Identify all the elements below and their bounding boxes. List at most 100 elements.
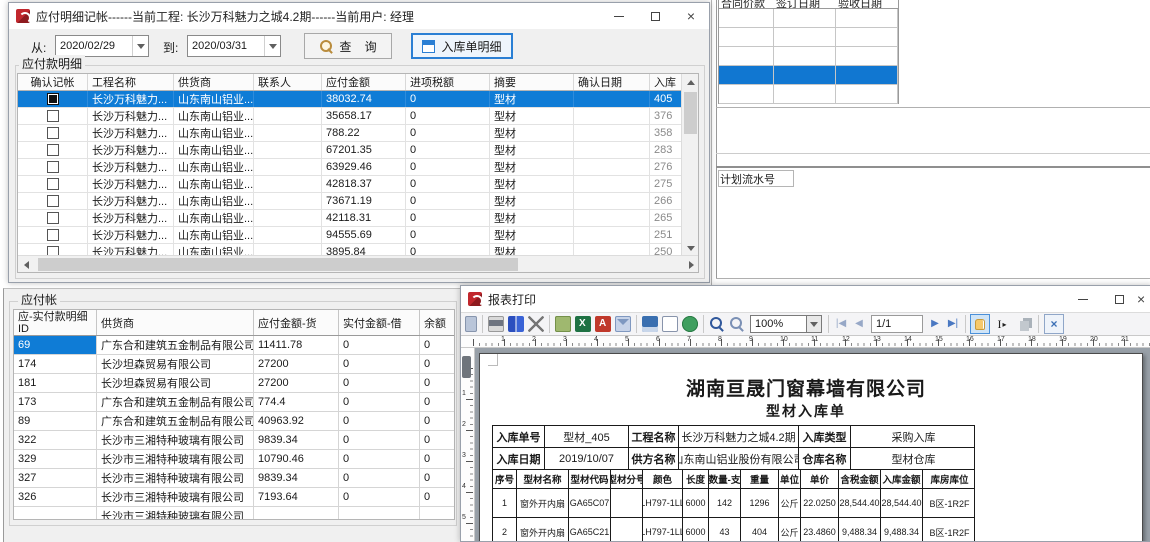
table-row[interactable]: 长沙万科魅力...山东南山铝业...73671.190型材266 [18, 193, 698, 210]
column-header[interactable]: 应-实付款明细ID [14, 310, 97, 335]
export-report-icon[interactable] [555, 316, 571, 332]
maximize-button[interactable] [1101, 286, 1137, 312]
close-button[interactable]: × [673, 3, 709, 29]
confirm-checkbox[interactable] [47, 127, 59, 139]
prev-page-button[interactable]: ◀ [850, 315, 868, 333]
page-number-input[interactable]: 1/1 [871, 315, 923, 333]
table-row[interactable]: 329长沙市三湘特种玻璃有限公司10790.4600 [14, 450, 454, 469]
table-row[interactable]: 长沙万科魅力...山东南山铝业...788.220型材358 [18, 125, 698, 142]
table-row[interactable]: 326长沙市三湘特种玻璃有限公司7193.6400 [14, 488, 454, 507]
text-select-tool-button[interactable]: I▸ [992, 314, 1012, 334]
open-report-icon[interactable] [662, 316, 678, 332]
chevron-down-icon[interactable] [264, 36, 280, 56]
confirm-checkbox[interactable] [47, 144, 59, 156]
table-row[interactable]: 173广东合和建筑五金制品有限公司774.400 [14, 393, 454, 412]
chevron-down-icon[interactable] [132, 36, 148, 56]
ruler-ticks [465, 368, 473, 541]
next-page-button[interactable]: ▶ [926, 315, 944, 333]
zoom-out-icon[interactable] [729, 316, 745, 332]
table-row[interactable] [719, 9, 898, 28]
report-print-title: 报表打印 [488, 291, 536, 308]
table-row[interactable]: 长沙万科魅力...山东南山铝业...42818.370型材275 [18, 176, 698, 193]
hand-tool-button[interactable] [970, 314, 990, 334]
confirm-checkbox[interactable] [47, 110, 59, 122]
table-row[interactable]: 69广东合和建筑五金制品有限公司11411.7800 [14, 336, 454, 355]
table-row[interactable]: 长沙市三湘特种玻璃有限公司 [14, 507, 454, 520]
inbound-detail-button[interactable]: 入库单明细 [411, 33, 513, 59]
table-row[interactable] [719, 28, 898, 47]
column-header[interactable]: 供货商 [174, 74, 254, 90]
column-header[interactable]: 摘要 [490, 74, 574, 90]
payable-detail-titlebar[interactable]: 应付明细记帐------当前工程: 长沙万科魅力之城4.2期------当前用户… [9, 3, 709, 29]
column-header[interactable]: 合同价款 [719, 0, 774, 8]
maximize-button[interactable] [637, 3, 673, 29]
column-header[interactable]: 余额 [420, 310, 455, 335]
zoom-level-select[interactable]: 100% [750, 315, 822, 333]
vertical-ruler-thumb[interactable] [462, 356, 471, 378]
query-button[interactable]: 查 询 [304, 33, 392, 59]
plan-serial-field[interactable]: 计划流水号 [718, 170, 794, 187]
horizontal-scrollbar[interactable] [18, 255, 699, 272]
confirm-checkbox[interactable] [47, 229, 59, 241]
vertical-scrollbar-thumb[interactable] [684, 92, 697, 134]
copy-content-button[interactable] [1014, 314, 1034, 334]
column-header[interactable]: 确认记帐 [18, 74, 88, 90]
printer-properties-icon[interactable] [528, 316, 544, 332]
table-row[interactable]: 长沙万科魅力...山东南山铝业...35658.170型材376 [18, 108, 698, 125]
zoom-in-icon[interactable] [709, 316, 725, 332]
table-row[interactable]: 长沙万科魅力...山东南山铝业...94555.690型材251 [18, 227, 698, 244]
table-row[interactable]: 327长沙市三湘特种玻璃有限公司9839.3400 [14, 469, 454, 488]
table-row[interactable]: 长沙万科魅力...山东南山铝业...63929.460型材276 [18, 159, 698, 176]
column-header[interactable]: 验收日期 [836, 0, 898, 8]
scroll-up-arrow[interactable] [682, 74, 699, 91]
vertical-scrollbar[interactable] [681, 74, 698, 257]
to-date-picker[interactable]: 2020/03/31 [187, 35, 281, 57]
export-pdf-icon[interactable] [595, 316, 611, 332]
confirm-checkbox[interactable] [47, 195, 59, 207]
confirm-checkbox[interactable] [47, 212, 59, 224]
column-header[interactable]: 应付金额-货 [254, 310, 339, 335]
page-setup-icon[interactable] [508, 316, 524, 332]
report-design-icon[interactable] [465, 316, 477, 332]
column-header[interactable]: 工程名称 [88, 74, 174, 90]
close-preview-button[interactable]: × [1044, 314, 1064, 334]
confirm-checkbox[interactable] [47, 178, 59, 190]
table-row[interactable]: 长沙万科魅力...山东南山铝业...67201.350型材283 [18, 142, 698, 159]
confirm-checkbox[interactable] [47, 93, 59, 105]
print-icon[interactable] [488, 316, 504, 332]
table-row[interactable] [719, 47, 898, 66]
column-header[interactable]: 联系人 [254, 74, 322, 90]
from-date-picker[interactable]: 2020/02/29 [55, 35, 149, 57]
table-row[interactable]: 174长沙坦森贸易有限公司2720000 [14, 355, 454, 374]
table-row[interactable]: 322长沙市三湘特种玻璃有限公司9839.3400 [14, 431, 454, 450]
confirm-cell [18, 91, 88, 107]
export-html-icon[interactable] [682, 316, 698, 332]
export-excel-icon[interactable] [575, 316, 591, 332]
table-row[interactable] [719, 66, 898, 85]
column-header[interactable]: 签订日期 [774, 0, 836, 8]
table-row[interactable] [719, 85, 898, 104]
last-page-button[interactable]: ▶| [944, 315, 962, 333]
chevron-down-icon[interactable] [806, 316, 821, 332]
column-header[interactable]: 实付金额-借 [339, 310, 420, 335]
column-header[interactable]: 确认日期 [574, 74, 650, 90]
report-preview-area[interactable]: 123456 湖南亘晟门窗幕墙有限公司 型材入库单 入库单号型材_405工程名称… [461, 348, 1150, 541]
report-print-titlebar[interactable]: 报表打印 × [461, 286, 1150, 312]
export-mail-icon[interactable] [615, 316, 631, 332]
column-header[interactable]: 进项税额 [406, 74, 490, 90]
minimize-button[interactable] [1065, 286, 1101, 312]
close-button[interactable]: × [1137, 286, 1150, 312]
table-row[interactable]: 181长沙坦森贸易有限公司2720000 [14, 374, 454, 393]
save-report-icon[interactable] [642, 316, 658, 332]
horizontal-scrollbar-thumb[interactable] [38, 258, 518, 271]
minimize-button[interactable] [601, 3, 637, 29]
table-row[interactable]: 长沙万科魅力...山东南山铝业...38032.740型材405 [18, 91, 698, 108]
table-row[interactable]: 89广东合和建筑五金制品有限公司40963.9200 [14, 412, 454, 431]
scroll-right-arrow[interactable] [683, 256, 699, 273]
confirm-checkbox[interactable] [47, 161, 59, 173]
scroll-left-arrow[interactable] [18, 256, 35, 273]
column-header[interactable]: 应付金额 [322, 74, 406, 90]
column-header[interactable]: 供货商 [97, 310, 254, 335]
table-row[interactable]: 长沙万科魅力...山东南山铝业...42118.310型材265 [18, 210, 698, 227]
first-page-button[interactable]: |◀ [832, 315, 850, 333]
